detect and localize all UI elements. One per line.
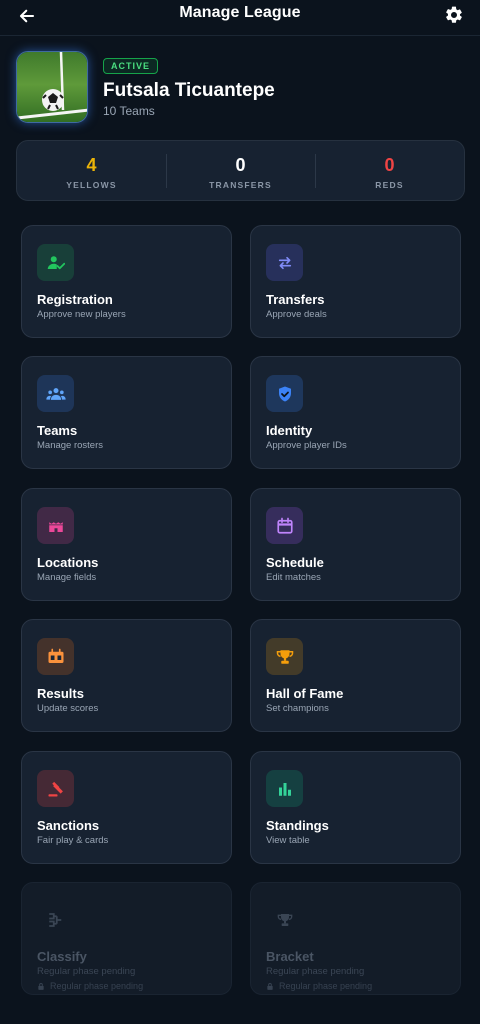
card-subtitle: Approve deals [266,309,327,320]
card-title: Registration [37,292,113,307]
lock-text: Regular phase pending [50,981,144,991]
bar-chart-icon [266,770,303,807]
top-bar: Manage League [0,0,480,36]
lock-notice: Regular phase pending [37,981,143,991]
card-subtitle: Approve player IDs [266,440,347,451]
group-icon [37,375,74,412]
card-subtitle: Edit matches [266,572,321,583]
lock-text: Regular phase pending [279,981,373,991]
stat-transfers: 0 TRANSFERS [166,141,315,200]
stat-reds: 0 REDS [315,141,464,200]
card-title: Schedule [266,555,324,570]
settings-button[interactable] [441,2,467,28]
card-title: Bracket [266,949,314,964]
card-title: Classify [37,949,87,964]
swap-arrows-icon [266,244,303,281]
stats-bar: 4 YELLOWS 0 TRANSFERS 0 REDS [16,140,465,201]
stat-label: REDS [375,180,404,190]
user-check-icon [37,244,74,281]
lock-icon [38,982,44,990]
card-subtitle: Fair play & cards [37,835,109,846]
card-title: Locations [37,555,99,570]
card-hall-of-fame[interactable]: Hall of Fame Set champions [250,619,461,732]
card-title: Transfers [266,292,325,307]
trophy-icon [266,901,303,938]
card-schedule[interactable]: Schedule Edit matches [250,488,461,601]
stadium-icon [37,507,74,544]
calendar-icon [266,507,303,544]
lock-notice: Regular phase pending [266,981,372,991]
card-identity[interactable]: Identity Approve player IDs [250,356,461,469]
shield-check-icon [266,375,303,412]
card-transfers[interactable]: Transfers Approve deals [250,225,461,338]
card-subtitle: Approve new players [37,309,126,320]
card-subtitle: Manage rosters [37,440,104,451]
scoreboard-icon [37,638,74,675]
card-sanctions[interactable]: Sanctions Fair play & cards [21,751,232,864]
card-registration[interactable]: Registration Approve new players [21,225,232,338]
bracket-tree-icon [37,901,74,938]
trophy-icon [266,638,303,675]
stat-yellows: 4 YELLOWS [17,141,166,200]
card-title: Identity [266,423,313,438]
league-header: ACTIVE Futsala Ticuantepe 10 Teams [16,51,464,125]
card-subtitle: Regular phase pending [266,966,365,977]
card-teams[interactable]: Teams Manage rosters [21,356,232,469]
card-subtitle: Set champions [266,703,329,714]
status-badge: ACTIVE [103,58,159,74]
card-bracket: Bracket Regular phase pending Regular ph… [250,882,461,995]
card-title: Sanctions [37,818,100,833]
card-classify: Classify Regular phase pending Regular p… [21,882,232,995]
card-title: Hall of Fame [266,686,344,701]
card-subtitle: Update scores [37,703,99,714]
card-title: Teams [37,423,78,438]
card-title: Standings [266,818,329,833]
card-results[interactable]: Results Update scores [21,619,232,732]
stat-value: 4 [86,155,97,175]
page-title: Manage League [179,4,301,21]
league-logo [16,51,88,123]
league-name: Futsala Ticuantepe [103,80,275,101]
card-standings[interactable]: Standings View table [250,751,461,864]
stat-value: 0 [384,155,395,175]
stat-value: 0 [235,155,246,175]
gear-icon [446,6,462,23]
lock-icon [267,982,273,990]
stat-label: TRANSFERS [209,180,272,190]
card-title: Results [37,686,84,701]
card-subtitle: View table [266,835,310,846]
card-subtitle: Manage fields [37,572,97,583]
stat-label: YELLOWS [66,180,117,190]
team-count: 10 Teams [103,104,155,118]
card-subtitle: Regular phase pending [37,966,136,977]
card-locations[interactable]: Locations Manage fields [21,488,232,601]
gavel-icon [37,770,74,807]
